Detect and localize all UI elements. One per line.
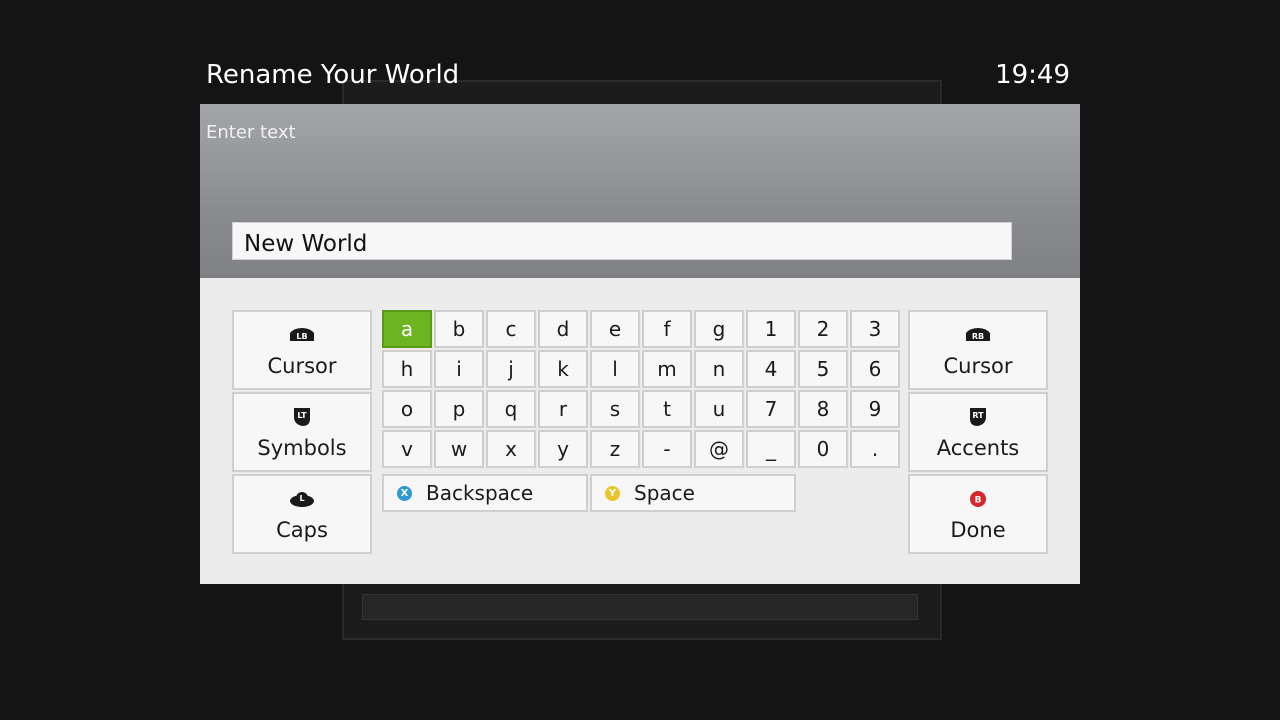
- key-4[interactable]: 4: [746, 350, 796, 388]
- key-2[interactable]: 2: [798, 310, 848, 348]
- key-3[interactable]: 3: [850, 310, 900, 348]
- key-period[interactable]: .: [850, 430, 900, 468]
- key-at[interactable]: @: [694, 430, 744, 468]
- key-x[interactable]: x: [486, 430, 536, 468]
- caps-label: Caps: [276, 518, 328, 542]
- accents-button[interactable]: RT Accents: [908, 392, 1048, 472]
- y-button-icon: Y: [605, 485, 620, 501]
- key-j[interactable]: j: [486, 350, 536, 388]
- page-title: Rename Your World: [206, 60, 460, 90]
- svg-text:RB: RB: [972, 332, 984, 341]
- symbols-label: Symbols: [257, 436, 347, 460]
- backspace-label: Backspace: [426, 481, 534, 505]
- key-7[interactable]: 7: [746, 390, 796, 428]
- accents-label: Accents: [936, 436, 1020, 460]
- key-hyphen[interactable]: -: [642, 430, 692, 468]
- key-e[interactable]: e: [590, 310, 640, 348]
- key-5[interactable]: 5: [798, 350, 848, 388]
- dialog-header: Enter text New World: [200, 104, 1080, 278]
- b-button-icon: B: [969, 488, 987, 510]
- key-c[interactable]: c: [486, 310, 536, 348]
- left-stick-icon: L: [289, 488, 315, 510]
- key-h[interactable]: h: [382, 350, 432, 388]
- svg-text:RT: RT: [972, 411, 984, 420]
- key-m[interactable]: m: [642, 350, 692, 388]
- background-bar: [362, 594, 918, 620]
- key-w[interactable]: w: [434, 430, 484, 468]
- symbols-button[interactable]: LT Symbols: [232, 392, 372, 472]
- rb-bumper-icon: RB: [964, 324, 992, 346]
- key-6[interactable]: 6: [850, 350, 900, 388]
- text-input[interactable]: New World: [232, 222, 1012, 260]
- key-underscore[interactable]: _: [746, 430, 796, 468]
- cursor-right-label: Cursor: [943, 354, 1013, 378]
- key-8[interactable]: 8: [798, 390, 848, 428]
- space-label: Space: [634, 481, 695, 505]
- cursor-right-button[interactable]: RB Cursor: [908, 310, 1048, 390]
- svg-text:LB: LB: [296, 332, 307, 341]
- svg-text:LT: LT: [297, 411, 307, 420]
- key-d[interactable]: d: [538, 310, 588, 348]
- key-i[interactable]: i: [434, 350, 484, 388]
- cursor-left-label: Cursor: [267, 354, 337, 378]
- key-z[interactable]: z: [590, 430, 640, 468]
- svg-text:B: B: [975, 496, 982, 506]
- key-q[interactable]: q: [486, 390, 536, 428]
- keyboard-dialog: Enter text New World LB Cursor LT Symbol…: [200, 104, 1080, 584]
- space-button[interactable]: Y Space: [590, 474, 796, 512]
- key-l[interactable]: l: [590, 350, 640, 388]
- lt-trigger-icon: LT: [291, 406, 313, 428]
- key-n[interactable]: n: [694, 350, 744, 388]
- key-b[interactable]: b: [434, 310, 484, 348]
- caps-button[interactable]: L Caps: [232, 474, 372, 554]
- key-r[interactable]: r: [538, 390, 588, 428]
- prompt-label: Enter text: [206, 122, 296, 143]
- cursor-left-button[interactable]: LB Cursor: [232, 310, 372, 390]
- backspace-button[interactable]: X Backspace: [382, 474, 588, 512]
- done-button[interactable]: B Done: [908, 474, 1048, 554]
- done-label: Done: [950, 518, 1006, 542]
- svg-text:L: L: [299, 494, 304, 503]
- rt-trigger-icon: RT: [967, 406, 989, 428]
- key-k[interactable]: k: [538, 350, 588, 388]
- lb-bumper-icon: LB: [288, 324, 316, 346]
- key-o[interactable]: o: [382, 390, 432, 428]
- key-9[interactable]: 9: [850, 390, 900, 428]
- key-1[interactable]: 1: [746, 310, 796, 348]
- key-v[interactable]: v: [382, 430, 432, 468]
- key-a[interactable]: a: [382, 310, 432, 348]
- key-p[interactable]: p: [434, 390, 484, 428]
- key-0[interactable]: 0: [798, 430, 848, 468]
- key-t[interactable]: t: [642, 390, 692, 428]
- key-g[interactable]: g: [694, 310, 744, 348]
- clock: 19:49: [995, 60, 1070, 90]
- key-s[interactable]: s: [590, 390, 640, 428]
- key-y[interactable]: y: [538, 430, 588, 468]
- key-u[interactable]: u: [694, 390, 744, 428]
- key-f[interactable]: f: [642, 310, 692, 348]
- x-button-icon: X: [397, 485, 412, 501]
